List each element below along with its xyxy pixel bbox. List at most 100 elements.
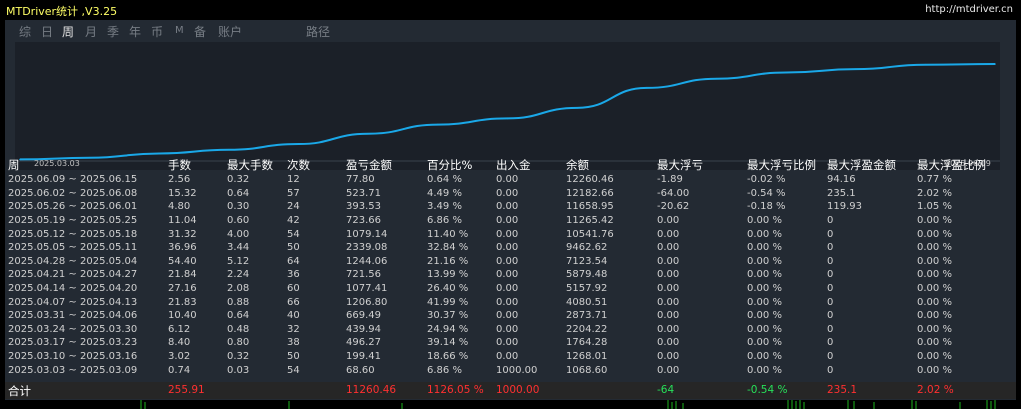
col-max-float-loss-cell: -20.62 [657,201,690,213]
col-max-float-profit-cell: 0 [827,228,834,240]
col-profit-cell: 1079.14 [346,228,388,240]
col-max-float-profit-pct-cell: 0.00 % [917,364,952,376]
tab-note[interactable]: 备 [194,23,206,40]
col-trades-cell: 64 [287,255,300,267]
col-deposit-cell: 0.00 [496,255,519,267]
col-percent-cell: 0.64 % [427,174,462,186]
table-header: 周手数 最大手数 次数 盈亏金额 百分比% 出入金 余额 最大浮亏 最大浮亏比例 最大浮盈金额 最大… [8,156,1008,173]
col-max-float-loss-pct-cell: -0.02 % [747,174,786,186]
table-row[interactable]: 2025.03.17 ~ 2025.03.23 8.40 0.80 38 496.27 3… [8,336,1008,350]
website-link[interactable]: http://mtdriver.cn [925,4,1013,15]
col-lots-cell: 11.04 [168,215,197,227]
col-percent-cell: 24.94 % [427,323,469,335]
tab-month[interactable]: 月 [85,23,97,40]
total-max-float-profit: 235.1 [827,384,858,396]
tab-summary[interactable]: 综 [19,23,31,40]
tab-quarter[interactable]: 季 [107,23,119,40]
col-profit-header[interactable]: 盈亏金额 [346,156,427,173]
table-row[interactable]: 2025.06.02 ~ 2025.06.08 15.32 0.64 57 523.71… [8,187,1008,201]
col-max-float-profit-cell: 0 [827,337,834,349]
col-percent-cell: 26.40 % [427,283,469,295]
col-percent-cell: 41.99 % [427,296,469,308]
col-max-float-loss-pct-cell: 0.00 % [747,283,782,295]
col-max-float-loss-header[interactable]: 最大浮亏 [657,156,747,173]
col-lots-header[interactable]: 手数 [168,156,227,173]
col-max-float-profit-header[interactable]: 最大浮盈金额 [827,156,917,173]
col-deposit-cell: 0.00 [496,351,519,363]
col-trades-header[interactable]: 次数 [287,156,346,173]
col-max-float-profit-pct-header[interactable]: 最大浮盈比例 [917,156,1008,173]
col-week-header[interactable]: 周 [8,156,168,173]
tab-magic[interactable]: M [175,25,184,36]
tab-symbol[interactable]: 币 [151,23,163,40]
col-deposit-cell: 1000.00 [496,364,538,376]
table-row[interactable]: 2025.05.05 ~ 2025.05.11 36.96 3.44 50 2339.0… [8,241,1008,255]
col-max-float-loss-pct-header[interactable]: 最大浮亏比例 [747,156,827,173]
col-lots-cell: 21.84 [168,269,197,281]
col-max-float-profit-cell: 0 [827,269,834,281]
col-balance-cell: 5879.48 [566,269,608,281]
table-row[interactable]: 2025.04.28 ~ 2025.05.04 54.40 5.12 64 1244.0… [8,255,1008,269]
weekly-stats-table: 周手数 最大手数 次数 盈亏金额 百分比% 出入金 余额 最大浮亏 最大浮亏比例 最大浮盈金额 最大… [8,156,1008,377]
col-max-float-profit-pct-cell: 0.00 % [917,351,952,363]
balance-point-6 [437,123,439,126]
col-max-float-profit-cell: 94.16 [827,174,856,186]
col-profit-cell: 1077.41 [346,283,388,295]
col-percent-header[interactable]: 百分比% [427,156,496,173]
col-max-float-profit-pct-cell: 0.00 % [917,228,952,240]
col-max-lots-cell: 0.88 [227,296,250,308]
table-row[interactable]: 2025.05.12 ~ 2025.05.18 31.32 4.00 54 1079.1… [8,227,1008,241]
table-row[interactable]: 2025.03.10 ~ 2025.03.16 3.02 0.32 50 199.41 1… [8,350,1008,364]
col-max-float-loss-pct-cell: 0.00 % [747,242,782,254]
col-max-float-profit-pct-cell: 0.77 % [917,174,952,186]
col-max-lots-cell: 0.32 [227,351,250,363]
tab-account[interactable]: 账户 [218,23,242,40]
col-lots-cell: 36.96 [168,242,197,254]
col-deposit-cell: 0.00 [496,174,519,186]
col-week-cell: 2025.03.10 ~ 2025.03.16 [8,351,138,363]
table-row[interactable]: 2025.04.14 ~ 2025.04.20 27.16 2.08 60 1077.4… [8,282,1008,296]
col-percent-cell: 4.49 % [427,187,462,199]
col-max-float-profit-cell: 0 [827,215,834,227]
col-max-lots-header[interactable]: 最大手数 [227,156,287,173]
col-trades-cell: 57 [287,187,300,199]
col-trades-cell: 54 [287,364,300,376]
col-max-float-profit-pct-cell: 0.00 % [917,310,952,322]
col-week-cell: 2025.06.09 ~ 2025.06.15 [8,174,138,186]
col-max-float-loss-cell: 0.00 [657,351,680,363]
col-deposit-header[interactable]: 出入金 [496,156,566,173]
col-deposit-cell: 0.00 [496,215,519,227]
col-deposit-cell: 0.00 [496,269,519,281]
table-row[interactable]: 2025.04.21 ~ 2025.04.27 21.84 2.24 36 721.56… [8,268,1008,282]
table-row[interactable]: 2025.05.19 ~ 2025.05.25 11.04 0.60 42 723.66… [8,214,1008,228]
col-percent-cell: 30.37 % [427,310,469,322]
balance-point-4 [297,143,300,145]
col-balance-cell: 11265.42 [566,215,614,227]
period-tabs: 综 日 周 月 季 年 币 M 备 账户 路径 [5,23,705,41]
col-trades-cell: 66 [287,296,300,308]
table-row[interactable]: 2025.03.24 ~ 2025.03.30 6.12 0.48 32 439.94 2… [8,323,1008,337]
col-balance-header[interactable]: 余额 [566,156,657,173]
col-max-float-profit-pct-cell: 1.05 % [917,201,952,213]
tab-week[interactable]: 周 [62,23,74,40]
tab-day[interactable]: 日 [41,23,53,40]
table-row[interactable]: 2025.03.31 ~ 2025.04.06 10.40 0.64 40 669.49… [8,309,1008,323]
total-max-float-loss: -64 [657,384,675,396]
balance-point-3 [228,148,230,151]
col-percent-cell: 18.66 % [427,351,469,363]
col-max-float-profit-pct-cell: 0.00 % [917,255,952,267]
col-lots-cell: 31.32 [168,228,197,240]
col-deposit-cell: 0.00 [496,187,519,199]
tab-year[interactable]: 年 [129,23,141,40]
table-row[interactable]: 2025.04.07 ~ 2025.04.13 21.83 0.88 66 1206.8… [8,295,1008,309]
table-row[interactable]: 2025.05.26 ~ 2025.06.01 4.80 0.30 24 393.53 3… [8,200,1008,214]
col-week-cell: 2025.03.24 ~ 2025.03.30 [8,323,138,335]
col-max-float-loss-cell: 0.00 [657,364,680,376]
table-row[interactable]: 2025.06.09 ~ 2025.06.15 2.56 0.32 12 77.80 0.… [8,173,1008,187]
col-week-cell: 2025.03.03 ~ 2025.03.09 [8,364,138,376]
tab-path[interactable]: 路径 [306,23,330,40]
col-deposit-cell: 0.00 [496,337,519,349]
col-max-float-loss-pct-cell: 0.00 % [747,364,782,376]
col-max-lots-cell: 0.30 [227,201,250,213]
table-row[interactable]: 2025.03.03 ~ 2025.03.09 0.74 0.03 54 68.60 6.… [8,363,1008,377]
